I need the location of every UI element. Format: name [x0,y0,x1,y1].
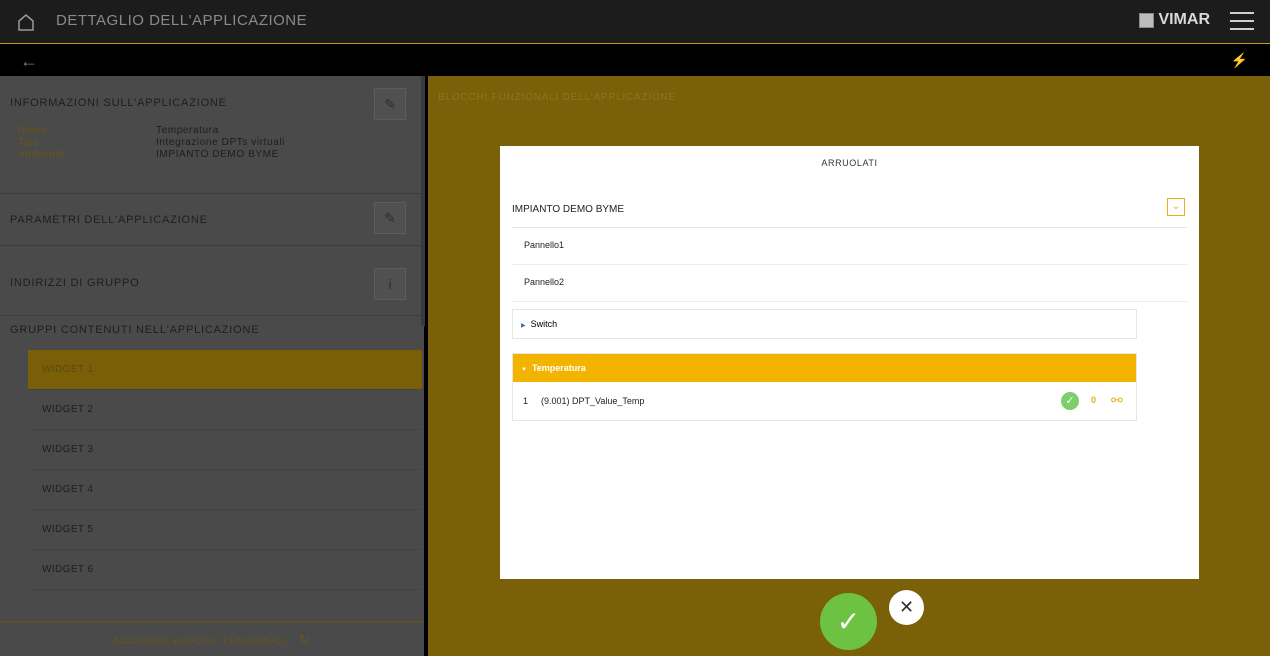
left-panel: INFORMAZIONI SULL'APPLICAZIONE ✎ Nome Tem… [0,76,425,656]
function-blocks-title: BLOCCHI FUNZIONALI DELL'APPLICAZIONE [438,92,676,103]
dpt-name: (9.001) DPT_Value_Temp [541,396,645,406]
home-icon[interactable] [16,12,36,32]
block-switch[interactable]: ▶ Switch [512,309,1137,339]
device-item-2[interactable]: Pannello2 [512,265,1187,302]
app-params-title: PARAMETRI DELL'APPLICAZIONE [10,214,208,226]
chevron-down-icon[interactable]: ⌄ [1167,198,1185,216]
info-row-type: Tipo Integrazione DPTs virtuali [18,137,285,148]
app-params-section[interactable]: PARAMETRI DELL'APPLICAZIONE ✎ [0,194,424,246]
edit-info-button[interactable]: ✎ [374,88,406,120]
block-switch-header[interactable]: ▶ Switch [513,310,1136,338]
groups-title: GRUPPI CONTENUTI NELL'APPLICAZIONE [10,324,260,336]
scrollbar[interactable] [421,76,425,326]
vimar-logo-icon [1139,12,1155,28]
connection-status-icon: ⚡ [1230,52,1248,68]
info-button[interactable]: i [374,268,406,300]
update-blocks-button[interactable]: AGGIORNA BLOCCHI FUNZIONALI ↻ [0,621,424,656]
widget-item-2[interactable]: WIDGET 2 [28,390,422,430]
caret-down-icon: ▼ [521,367,527,373]
widget-item-6[interactable]: WIDGET 6 [28,550,422,590]
block-temperatura-header[interactable]: ▼ Temperatura [513,354,1136,382]
caret-right-icon: ▶ [521,323,526,329]
edit-params-button[interactable]: ✎ [374,202,406,234]
widget-item-4[interactable]: WIDGET 4 [28,470,422,510]
cancel-button[interactable]: ✕ [889,590,924,625]
device-item-1[interactable]: Pannello1 [512,228,1187,265]
page-title: DETTAGLIO DELL'APPLICAZIONE [56,12,308,29]
refresh-icon: ↻ [298,632,311,647]
dpt-row[interactable]: 1 (9.001) DPT_Value_Temp ✓ 0 ⚯ [513,382,1136,420]
app-info-title: INFORMAZIONI SULL'APPLICAZIONE [10,97,227,109]
widget-item-5[interactable]: WIDGET 5 [28,510,422,550]
brand-logo: VIMAR [1139,11,1210,29]
brand-name: VIMAR [1158,11,1210,28]
update-blocks-label: AGGIORNA BLOCCHI FUNZIONALI [113,636,288,646]
dpt-count: 0 [1091,395,1097,405]
group-label: IMPIANTO DEMO BYME [512,204,625,215]
group-header: IMPIANTO DEMO BYME ⌄ [512,196,1187,228]
confirm-button[interactable]: ✓ [820,593,877,650]
link-icon[interactable]: ⚯ [1111,392,1123,409]
group-addresses-section[interactable]: INDIRIZZI DI GRUPPO i [0,246,424,316]
info-row-environment: Ambiente IMPIANTO DEMO BYME [18,149,279,160]
sub-bar: ← ⚡ [0,45,1270,76]
check-circle-icon: ✓ [1061,392,1079,410]
info-row-name: Nome Temperatura [18,125,219,136]
block-temperatura[interactable]: ▼ Temperatura 1 (9.001) DPT_Value_Temp ✓ … [512,353,1137,421]
widget-item-1[interactable]: WIDGET 1 [28,350,422,390]
group-addresses-title: INDIRIZZI DI GRUPPO [10,277,140,289]
app-info-section: INFORMAZIONI SULL'APPLICAZIONE ✎ Nome Tem… [0,76,424,194]
dpt-index: 1 [523,396,529,406]
hamburger-menu-icon[interactable] [1230,12,1254,32]
top-bar: DETTAGLIO DELL'APPLICAZIONE VIMAR [0,0,1270,44]
enrolled-modal: ARRUOLATI IMPIANTO DEMO BYME ⌄ Pannello1… [500,146,1199,579]
widget-item-3[interactable]: WIDGET 3 [28,430,422,470]
back-arrow-icon[interactable]: ← [20,51,38,72]
modal-title: ARRUOLATI [821,158,878,168]
